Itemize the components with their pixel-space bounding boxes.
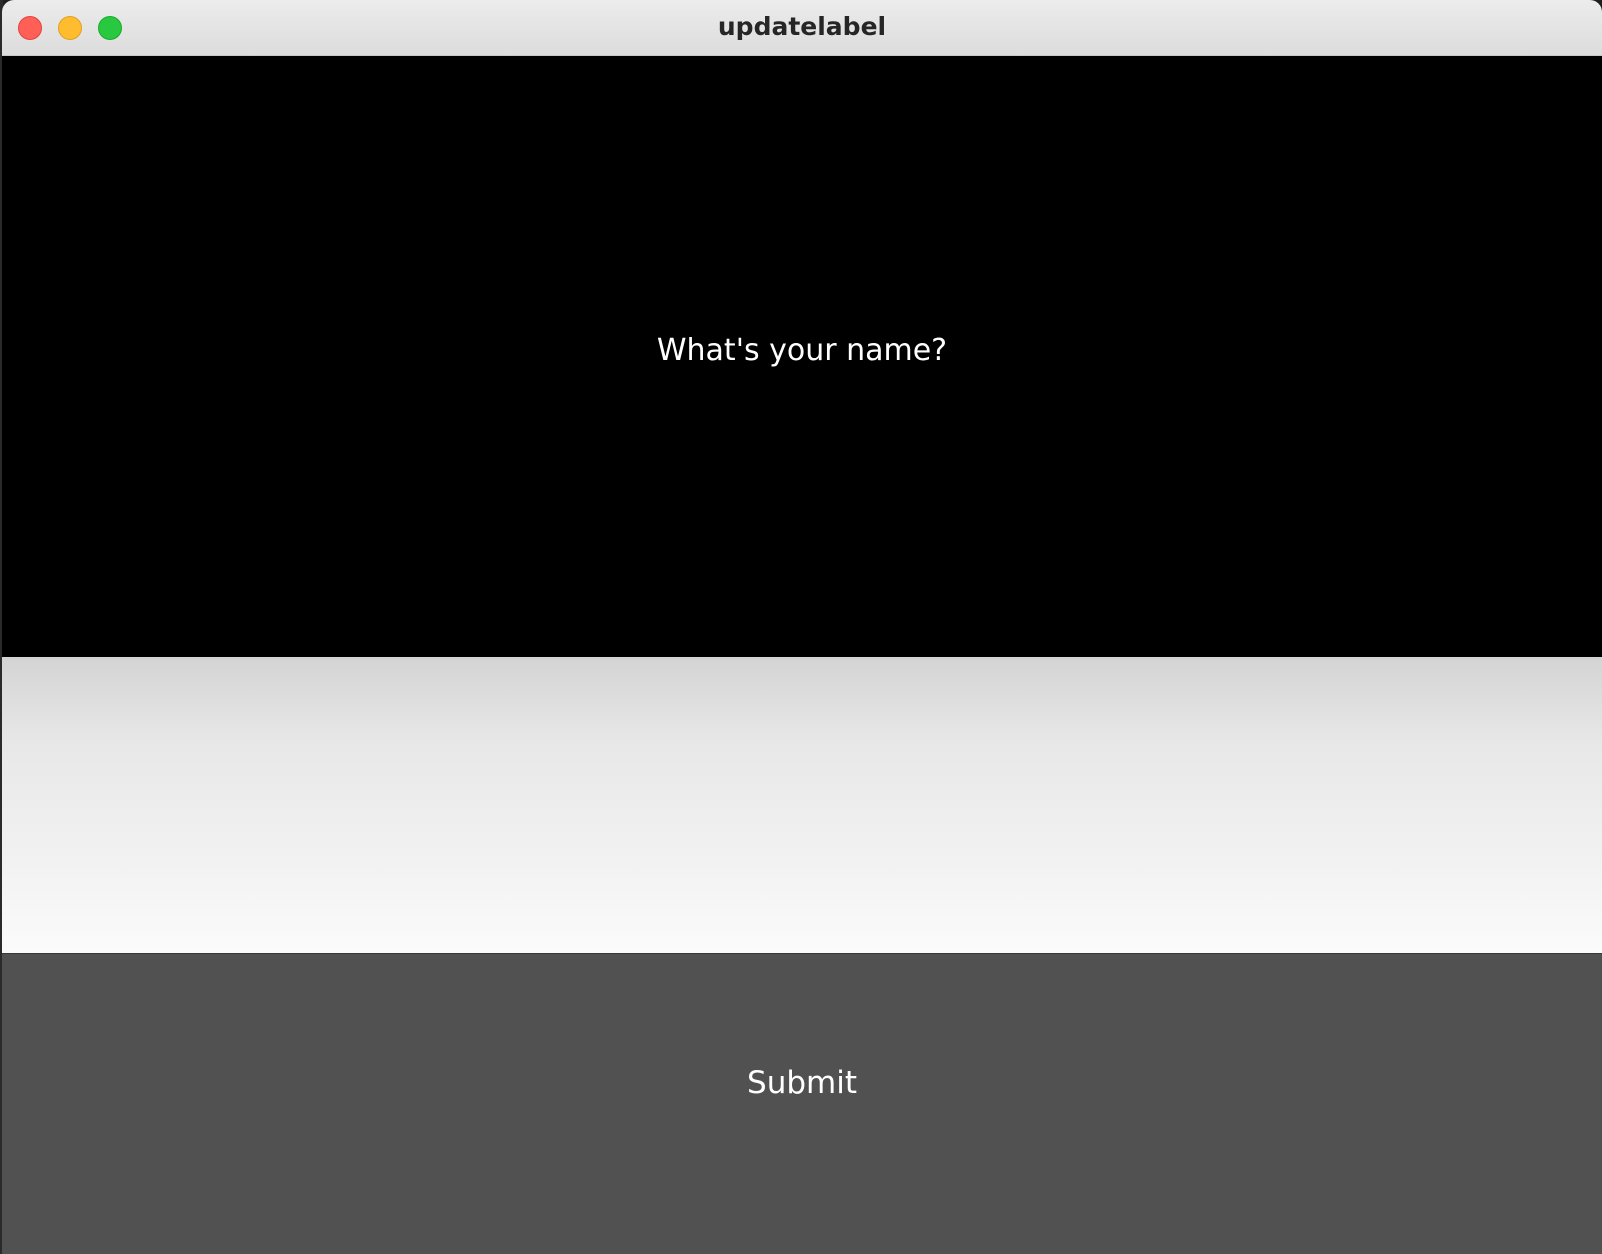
app-window: updatelabel What's your name? Submit: [2, 0, 1602, 1254]
window-title: updatelabel: [717, 12, 887, 41]
prompt-label-area: What's your name?: [2, 56, 1602, 657]
prompt-label: What's your name?: [656, 333, 948, 368]
name-input[interactable]: [2, 657, 1602, 954]
title-bar[interactable]: updatelabel: [2, 0, 1602, 56]
submit-button[interactable]: Submit: [2, 954, 1602, 1254]
submit-button-label: Submit: [747, 1065, 857, 1101]
